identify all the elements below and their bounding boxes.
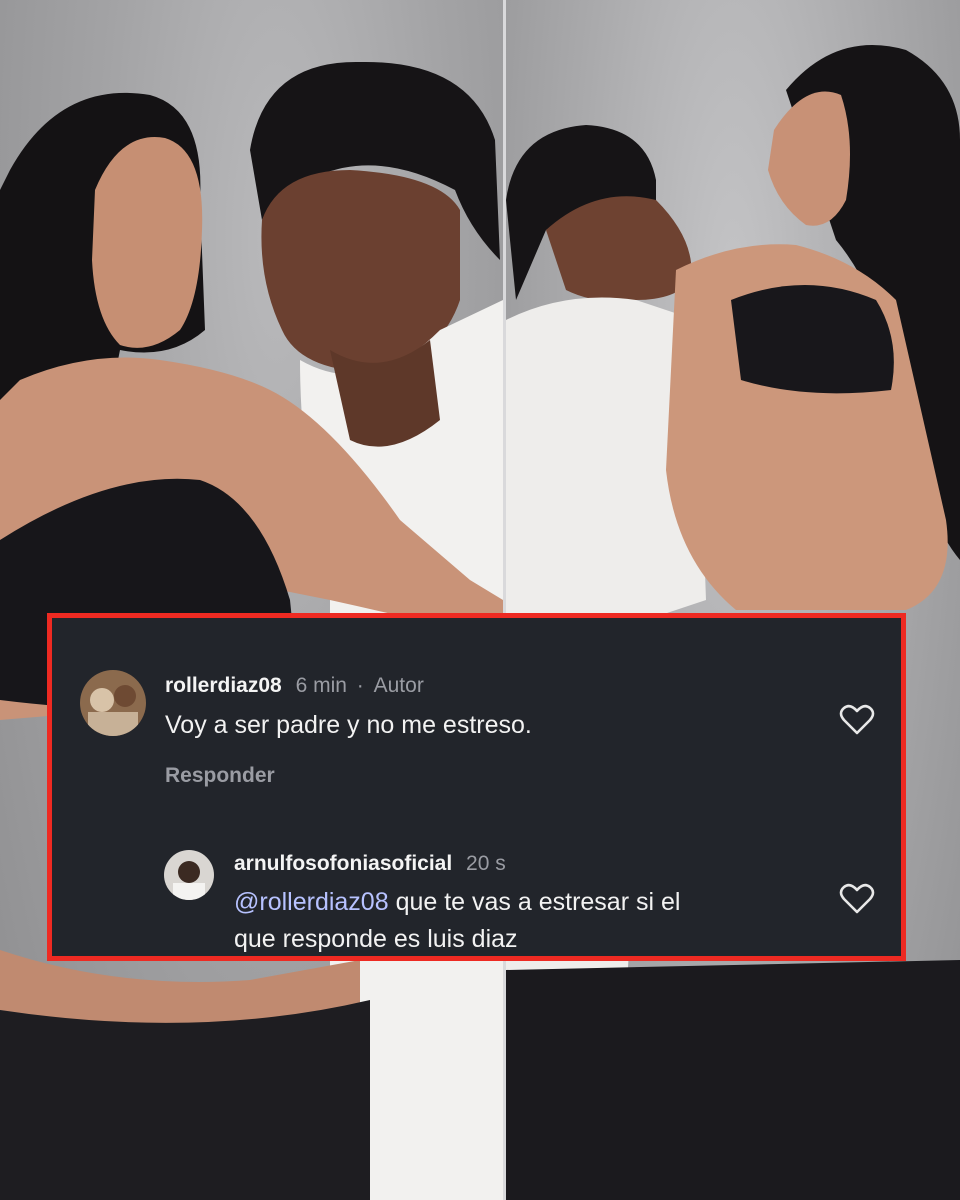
user-mention-link[interactable]: @rollerdiaz08 <box>234 888 389 916</box>
meta-separator: · <box>356 674 364 697</box>
woman-jeans-left <box>0 1000 370 1200</box>
comment-header: rollerdiaz08 6 min · Autor <box>165 674 424 698</box>
timestamp: 20 s <box>466 852 506 875</box>
timestamp: 6 min <box>295 674 347 697</box>
comment-text: @rollerdiaz08 que te vas a estresar si e… <box>234 884 794 958</box>
comment-text-line2: que responde es luis diaz <box>234 925 518 953</box>
avatar[interactable] <box>80 670 146 736</box>
avatar-image <box>80 670 146 736</box>
photo-right <box>506 0 960 1200</box>
comment-thread-card: rollerdiaz08 6 min · Autor Voy a ser pad… <box>47 613 906 961</box>
comment-header: arnulfosofoniasoficial 20 s <box>234 852 506 876</box>
comment-arnulfosofoniasoficial: arnulfosofoniasoficial 20 s @rollerdiaz0… <box>52 828 901 956</box>
avatar[interactable] <box>164 850 214 900</box>
like-heart-icon[interactable] <box>839 883 875 915</box>
like-heart-icon[interactable] <box>839 704 875 736</box>
photo-left <box>0 0 503 1200</box>
couple-photo-right <box>506 45 960 1200</box>
pants-right <box>506 960 960 1200</box>
username[interactable]: rollerdiaz08 <box>165 674 282 697</box>
woman-face-right <box>768 91 850 226</box>
couple-photo-left <box>0 61 503 1200</box>
avatar-image <box>164 850 214 900</box>
comment-text: Voy a ser padre y no me estreso. <box>165 711 532 739</box>
username[interactable]: arnulfosofoniasoficial <box>234 852 452 875</box>
reply-button[interactable]: Responder <box>165 764 275 788</box>
woman-top-right <box>731 285 894 394</box>
woman-face-left <box>92 137 203 348</box>
comment-text-line1: que te vas a estresar si el <box>388 888 681 916</box>
author-badge: Autor <box>373 674 424 697</box>
comment-rollerdiaz08: rollerdiaz08 6 min · Autor Voy a ser pad… <box>52 618 901 818</box>
